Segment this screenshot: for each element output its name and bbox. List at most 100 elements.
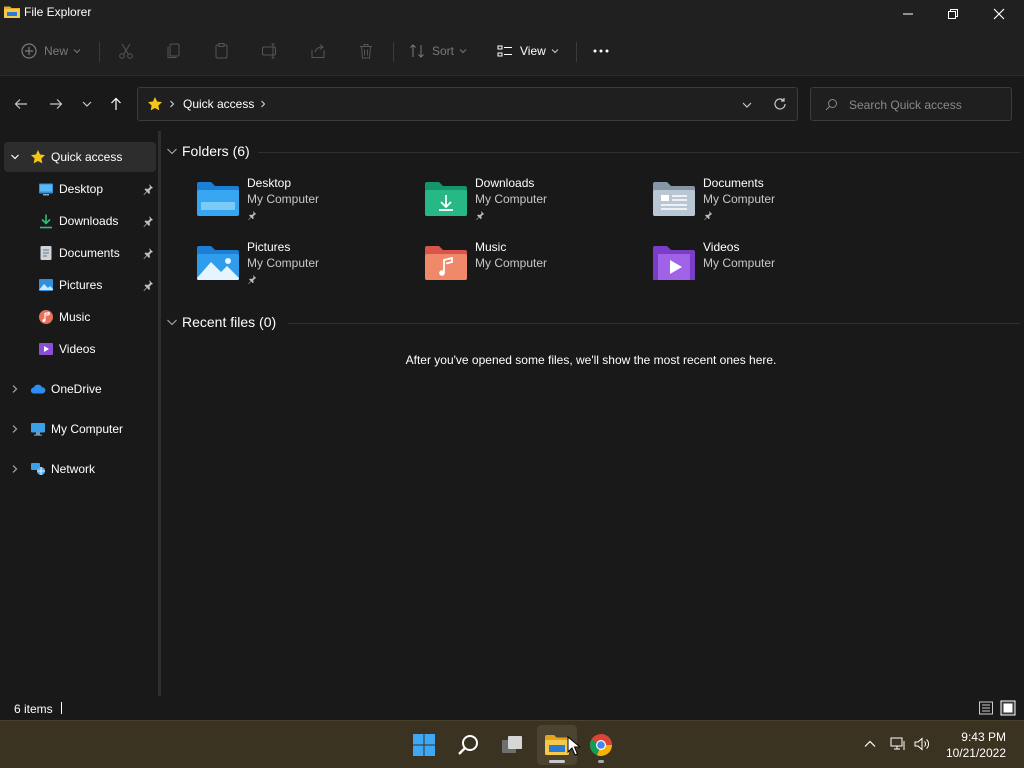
title-bar: File Explorer xyxy=(0,0,1024,28)
restore-button[interactable] xyxy=(930,0,976,28)
clock-date: 10/21/2022 xyxy=(945,746,1006,760)
chevron-right-icon[interactable] xyxy=(10,464,20,474)
breadcrumb-location[interactable]: Quick access xyxy=(183,97,254,111)
folder-tile-downloads[interactable]: Downloads My Computer xyxy=(424,176,644,232)
sort-button[interactable]: Sort xyxy=(408,38,467,64)
folder-tile-desktop[interactable]: Desktop My Computer xyxy=(196,176,416,232)
recent-locations-button[interactable] xyxy=(76,93,98,115)
sidebar-item-network[interactable]: Network xyxy=(4,454,156,484)
up-button[interactable] xyxy=(105,93,127,115)
sidebar-item-downloads[interactable]: Downloads xyxy=(4,206,156,236)
more-options-button[interactable] xyxy=(592,38,610,64)
folder-location: My Computer xyxy=(475,192,548,206)
recent-files-empty-message: After you've opened some files, we'll sh… xyxy=(405,353,777,367)
chevron-right-icon[interactable] xyxy=(10,424,20,434)
navigation-pane-scrollbar[interactable] xyxy=(158,131,161,696)
delete-button[interactable] xyxy=(357,38,375,64)
cut-icon xyxy=(119,43,133,59)
folder-tile-pictures[interactable]: Pictures My Computer xyxy=(196,240,416,296)
sidebar-item-label: Quick access xyxy=(51,150,123,164)
folder-icon xyxy=(4,6,20,18)
sidebar-item-my-computer[interactable]: My Computer xyxy=(4,414,156,444)
network-status-icon[interactable] xyxy=(890,736,906,752)
folder-tile-documents[interactable]: Documents My Computer xyxy=(652,176,872,232)
back-button[interactable] xyxy=(10,93,32,115)
rename-button[interactable] xyxy=(261,38,279,64)
folder-tile-videos[interactable]: Videos My Computer xyxy=(652,240,872,296)
minimize-button[interactable] xyxy=(885,0,931,28)
sort-icon xyxy=(410,44,424,58)
folder-tile-music[interactable]: Music My Computer xyxy=(424,240,644,296)
folder-location: My Computer xyxy=(247,256,320,270)
sidebar-item-label: My Computer xyxy=(51,422,124,436)
breadcrumb-chevron-icon[interactable] xyxy=(259,100,267,108)
recent-files-group-header[interactable]: Recent files (0) xyxy=(166,311,276,333)
close-icon xyxy=(993,8,1005,20)
taskbar-search-button[interactable] xyxy=(448,725,488,765)
address-bar[interactable]: Quick access xyxy=(137,87,798,121)
sidebar-item-music[interactable]: Music xyxy=(4,302,156,332)
pin-icon xyxy=(248,274,257,284)
command-bar: New Sort View xyxy=(0,28,1024,76)
address-dropdown-icon[interactable] xyxy=(741,99,753,111)
content-pane: Folders (6) Desktop My Computer Download… xyxy=(162,131,1024,696)
sidebar-item-quick-access[interactable]: Quick access xyxy=(4,142,156,172)
details-view-icon[interactable] xyxy=(978,700,994,716)
arrow-left-icon xyxy=(14,99,27,109)
chrome-taskbar-button[interactable] xyxy=(581,725,621,765)
restore-icon xyxy=(948,9,958,19)
close-button[interactable] xyxy=(976,0,1022,28)
toolbar-divider xyxy=(576,42,577,62)
copy-button[interactable] xyxy=(165,38,183,64)
sidebar-item-onedrive[interactable]: OneDrive xyxy=(4,374,156,404)
sidebar-item-label: Network xyxy=(51,462,96,476)
task-view-button[interactable] xyxy=(492,725,532,765)
network-icon xyxy=(31,463,45,475)
chevron-down-icon xyxy=(167,319,177,326)
item-count: 6 items xyxy=(14,702,53,716)
show-hidden-icons-chevron-icon[interactable] xyxy=(862,736,878,752)
group-divider xyxy=(288,323,1020,324)
share-button[interactable] xyxy=(309,38,327,64)
new-button[interactable]: New xyxy=(20,38,81,64)
large-icons-view-icon[interactable] xyxy=(1000,700,1016,716)
computer-icon xyxy=(31,423,45,436)
search-input[interactable] xyxy=(849,96,999,114)
chrome-icon xyxy=(590,734,612,756)
task-view-icon xyxy=(502,736,522,753)
music-icon xyxy=(39,310,53,324)
search-icon xyxy=(458,735,478,755)
sidebar-item-videos[interactable]: Videos xyxy=(4,334,156,364)
folder-name: Desktop xyxy=(247,176,292,190)
pictures-folder-icon xyxy=(197,246,239,280)
folders-group-header[interactable]: Folders (6) xyxy=(166,140,250,162)
forward-button[interactable] xyxy=(45,93,67,115)
new-icon xyxy=(21,43,37,59)
system-clock[interactable]: 9:43 PM 10/21/2022 xyxy=(946,729,1006,761)
picture-icon xyxy=(39,279,53,291)
folder-name: Pictures xyxy=(247,240,291,254)
document-icon xyxy=(40,246,52,260)
pin-icon xyxy=(143,248,153,259)
mouse-cursor-icon xyxy=(567,736,580,756)
view-icon xyxy=(497,45,512,57)
status-divider xyxy=(61,702,62,714)
music-folder-icon xyxy=(425,246,467,280)
sidebar-item-documents[interactable]: Documents xyxy=(4,238,156,268)
desktop-folder-icon xyxy=(197,182,239,216)
arrow-up-icon xyxy=(111,97,121,110)
start-button[interactable] xyxy=(404,725,444,765)
sidebar-item-desktop[interactable]: Desktop xyxy=(4,174,156,204)
start-icon xyxy=(413,734,435,756)
search-box[interactable] xyxy=(810,87,1012,121)
chevron-right-icon[interactable] xyxy=(10,384,20,394)
volume-icon[interactable] xyxy=(914,736,930,752)
paste-button[interactable] xyxy=(213,38,231,64)
chevron-down-icon[interactable] xyxy=(10,152,20,162)
view-button[interactable]: View xyxy=(496,38,559,64)
folder-name: Music xyxy=(475,240,507,254)
cut-button[interactable] xyxy=(117,38,135,64)
refresh-icon[interactable] xyxy=(773,97,787,111)
sidebar-item-pictures[interactable]: Pictures xyxy=(4,270,156,300)
status-bar: 6 items xyxy=(0,696,1024,720)
